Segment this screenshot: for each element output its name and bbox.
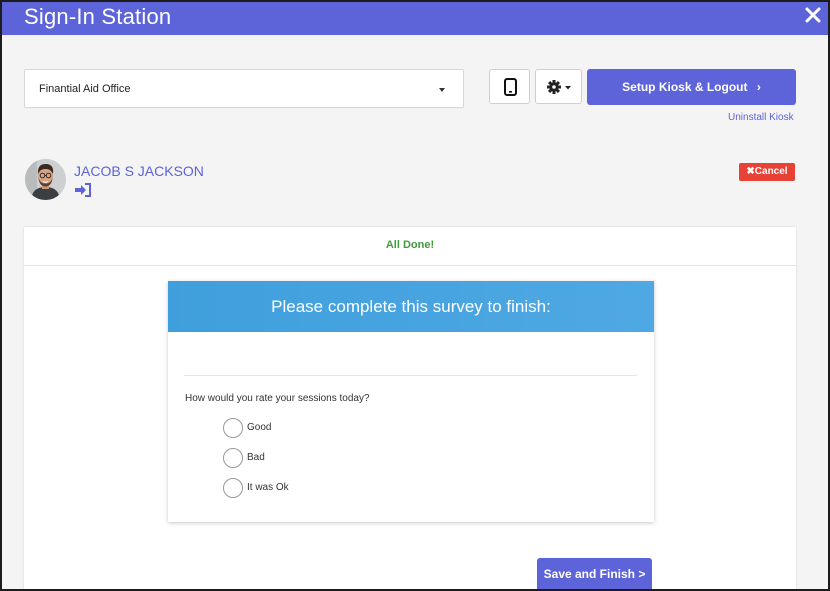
- survey-card: Please complete this survey to finish: H…: [168, 281, 654, 522]
- radio-label: It was Ok: [247, 482, 289, 493]
- divider: [24, 265, 796, 266]
- close-icon[interactable]: [804, 4, 822, 26]
- survey-question: How would you rate your sessions today?: [185, 393, 370, 404]
- save-and-finish-button[interactable]: Save and Finish >: [537, 558, 652, 589]
- chevron-down-icon: [439, 88, 445, 92]
- window-title: Sign-In Station: [24, 4, 172, 29]
- main-content: Finantial Aid Office Setup Kiosk & Logou…: [2, 35, 828, 589]
- radio-button[interactable]: [223, 448, 243, 468]
- radio-button[interactable]: [223, 418, 243, 438]
- radio-label: Good: [247, 422, 272, 433]
- survey-header: Please complete this survey to finish:: [168, 281, 654, 332]
- gear-icon: [547, 80, 571, 94]
- location-select[interactable]: Finantial Aid Office: [24, 69, 464, 108]
- mobile-kiosk-button[interactable]: [489, 69, 530, 104]
- setup-kiosk-logout-button[interactable]: Setup Kiosk & Logout ›: [587, 69, 796, 105]
- survey-panel: All Done! Please complete this survey to…: [24, 227, 796, 589]
- uninstall-kiosk-link[interactable]: Uninstall Kiosk: [728, 112, 794, 123]
- cancel-button[interactable]: ✖Cancel: [739, 163, 795, 181]
- status-message: All Done!: [385, 239, 435, 251]
- title-bar: Sign-In Station: [2, 2, 828, 35]
- chevron-right-icon: ›: [756, 80, 761, 94]
- user-name[interactable]: JACOB S JACKSON: [74, 163, 204, 179]
- settings-dropdown-button[interactable]: [535, 69, 582, 104]
- location-select-value: Finantial Aid Office: [39, 83, 131, 95]
- radio-label: Bad: [247, 452, 265, 463]
- radio-button[interactable]: [223, 478, 243, 498]
- mobile-phone-icon: [504, 78, 517, 96]
- avatar: [25, 159, 66, 200]
- setup-kiosk-logout-label: Setup Kiosk & Logout: [622, 80, 748, 94]
- divider: [184, 375, 637, 376]
- sign-in-station-window: Sign-In Station Finantial Aid Office Set…: [0, 0, 830, 591]
- sign-in-icon[interactable]: [74, 183, 92, 197]
